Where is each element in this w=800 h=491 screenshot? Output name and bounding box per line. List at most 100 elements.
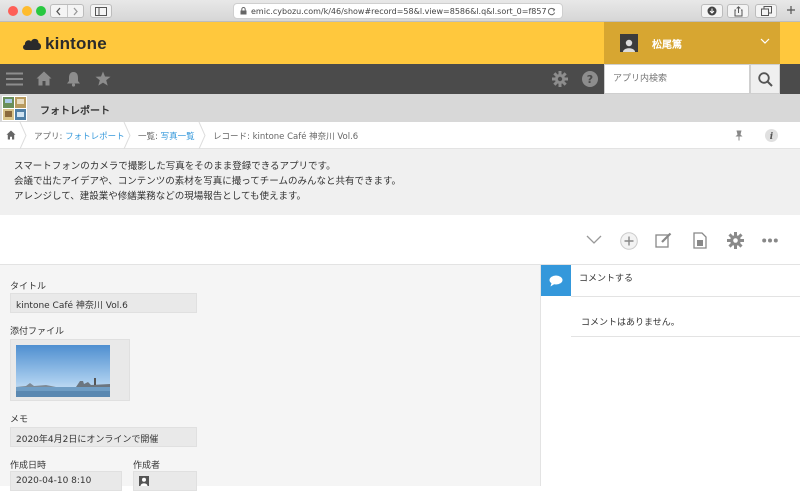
harbor-photo-image [16,345,110,397]
more-icon [762,238,778,243]
reload-icon[interactable] [547,7,556,16]
record-menu-button[interactable] [586,235,602,244]
kintone-header: kintone 松尾篤 [0,22,800,64]
title-value: kintone Café 神奈川 Vol.6 [10,293,197,313]
user-menu[interactable]: 松尾篤 [604,22,780,64]
info-button[interactable]: i [765,129,778,142]
creator-label: 作成者 [133,461,161,471]
duplicate-record-button[interactable] [693,232,707,249]
comment-panel: コメントする コメントはありません。 [540,265,800,486]
breadcrumb-view-prefix: 一覧: [138,132,161,142]
share-button[interactable] [727,4,749,18]
global-navbar: ? [0,64,800,94]
home-icon [36,71,52,86]
url-bar[interactable]: emic.cybozu.com/k/46/show#record=58&l.vi… [233,3,563,19]
user-name: 松尾篤 [652,39,682,51]
svg-text:?: ? [587,73,593,86]
plus-icon [787,6,795,14]
logo-text: kintone [45,34,107,53]
pin-button[interactable] [735,130,743,141]
description-line: スマートフォンのカメラで撮影した写真をそのまま登録できるアプリです。 [14,161,336,172]
breadcrumb-home[interactable] [6,130,16,140]
search-icon [757,71,773,87]
menu-button[interactable] [6,72,23,86]
bell-icon [67,72,80,87]
favorites-button[interactable] [95,71,111,86]
forward-icon [73,7,78,15]
user-icon [623,39,635,52]
cloud-logo-icon [23,38,42,50]
download-button[interactable] [701,4,723,18]
forward-button[interactable] [68,5,84,17]
created-datetime-label: 作成日時 [10,461,47,471]
user-icon [139,476,149,486]
share-icon [734,5,742,16]
home-icon [6,130,16,140]
description-line: アレンジして、建設業や修繕業務などの現場報告としても使えます。 [14,191,307,202]
breadcrumb-view: 一覧: 写真一覧 [138,130,195,142]
breadcrumb: アプリ: フォトレポート 一覧: 写真一覧 レコード: kintone Café… [0,122,800,149]
record-detail: タイトル kintone Café 神奈川 Vol.6 添付ファイル メモ 20… [0,265,540,491]
app-title: フォトレポート [40,106,110,117]
avatar [620,34,638,52]
breadcrumb-record: レコード: kintone Café 神奈川 Vol.6 [213,132,359,142]
no-comments-text: コメントはありません。 [581,318,680,328]
comment-icon [549,275,563,286]
minimize-window-button[interactable] [22,6,32,16]
attachment-thumbnail[interactable] [16,345,110,397]
comment-toggle-button[interactable] [541,265,571,296]
copy-icon [693,232,707,249]
plus-icon [620,232,638,250]
sidebar-icon [95,6,107,16]
settings-button[interactable] [552,71,568,87]
new-tab-button[interactable] [786,5,796,15]
close-window-button[interactable] [8,6,18,16]
pin-icon [735,130,743,141]
breadcrumb-separator [198,122,206,149]
home-button[interactable] [36,71,52,86]
app-description: スマートフォンのカメラで撮影した写真をそのまま登録できるアプリです。 会議で出た… [0,149,800,215]
breadcrumb-app: アプリ: フォトレポート [34,130,125,142]
search-button[interactable] [750,64,780,94]
help-icon: ? [582,71,598,87]
breadcrumb-app-link[interactable]: フォトレポート [65,132,125,142]
app-title-bar: フォトレポート [0,94,800,122]
photo-report-app-icon [2,96,27,121]
comment-input[interactable]: コメントする [579,271,633,284]
kintone-logo[interactable]: kintone [22,34,107,54]
notifications-button[interactable] [66,71,81,87]
memo-value: 2020年4月2日にオンラインで開催 [10,427,197,447]
help-button[interactable]: ? [582,71,598,87]
app-search-input[interactable] [604,64,750,94]
attachment-label: 添付ファイル [10,327,65,337]
breadcrumb-separator [123,122,131,149]
breadcrumb-separator [19,122,27,149]
back-button[interactable] [51,5,68,17]
title-label: タイトル [10,282,47,292]
record-toolbar [0,215,800,265]
created-datetime-value: 2020-04-10 8:10 [10,471,122,491]
description-line: 会議で出たアイデアや、コンテンツの素材を写真に撮ってチームのみんなと共有できます… [14,176,402,187]
hamburger-icon [6,72,23,86]
chevron-down-icon [760,38,770,44]
gear-icon [552,71,568,87]
sidebar-button[interactable] [90,4,112,18]
browser-toolbar: emic.cybozu.com/k/46/show#record=58&l.vi… [0,0,800,22]
more-options-button[interactable] [762,238,778,243]
divider [571,336,800,337]
tabs-button[interactable] [755,4,777,18]
zoom-window-button[interactable] [36,6,46,16]
record-settings-button[interactable] [727,232,744,249]
memo-label: メモ [10,415,29,425]
url-text: emic.cybozu.com/k/46/show#record=58&l.vi… [251,6,547,16]
breadcrumb-app-prefix: アプリ: [34,132,66,142]
gear-icon [727,232,744,249]
edit-record-button[interactable] [655,232,672,249]
creator-value [133,471,197,491]
back-icon [56,7,61,15]
edit-icon [655,232,672,248]
download-icon [707,6,717,16]
star-icon [95,71,111,86]
add-record-button[interactable] [620,232,638,250]
breadcrumb-view-link[interactable]: 写真一覧 [161,132,195,142]
